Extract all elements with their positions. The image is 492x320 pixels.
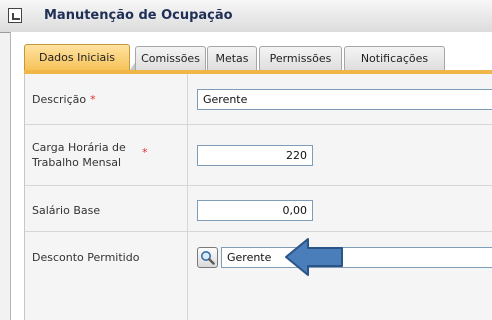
desconto-permitido-label: Desconto Permitido (32, 251, 140, 264)
tab-notificacoes[interactable]: Notificações (344, 46, 445, 70)
descricao-label: Descrição * (32, 93, 96, 106)
row-carga-horaria: Carga Horária de Trabalho Mensal * 220 (25, 125, 492, 186)
column-divider (187, 232, 188, 320)
tab-comissoes[interactable]: Comissões (135, 46, 206, 70)
carga-horaria-input[interactable]: 220 (197, 145, 313, 166)
salario-base-input[interactable]: 0,00 (197, 200, 313, 221)
carga-horaria-label: Carga Horária de Trabalho Mensal (32, 141, 126, 169)
column-divider (187, 74, 188, 124)
title-bar: Manutenção de Ocupação (0, 0, 492, 33)
tab-label: Permissões (269, 52, 332, 65)
column-divider (187, 186, 188, 231)
tab-label: Notificações (360, 52, 429, 65)
tab-label: Metas (215, 52, 249, 65)
magnifier-icon (201, 251, 215, 265)
row-desconto-permitido: Desconto Permitido Gerente (25, 232, 492, 320)
required-mark: * (142, 146, 148, 159)
lookup-button[interactable] (197, 247, 218, 268)
tab-label: Comissões (141, 52, 200, 65)
descricao-input[interactable]: Gerente (197, 89, 492, 110)
row-salario-base: Salário Base 0,00 (25, 186, 492, 232)
tab-metas[interactable]: Metas (207, 46, 257, 70)
tab-dados-iniciais[interactable]: Dados Iniciais (24, 44, 130, 70)
form-panel: Descrição * Gerente Carga Horária de Trab… (24, 74, 492, 320)
column-divider (187, 125, 188, 185)
salario-base-label: Salário Base (32, 204, 101, 217)
row-descricao: Descrição * Gerente (25, 74, 492, 125)
window-title: Manutenção de Ocupação (44, 8, 233, 23)
tab-label: Dados Iniciais (38, 51, 116, 64)
required-mark: * (90, 93, 96, 106)
form-frame: Dados Iniciais Comissões Metas Permissõe… (10, 32, 492, 320)
tab-bar: Dados Iniciais Comissões Metas Permissõe… (24, 44, 492, 70)
tab-permissoes[interactable]: Permissões (259, 46, 342, 70)
desconto-permitido-input[interactable]: Gerente (221, 247, 492, 268)
window-icon (8, 8, 22, 23)
arrow-left-icon (285, 238, 343, 276)
